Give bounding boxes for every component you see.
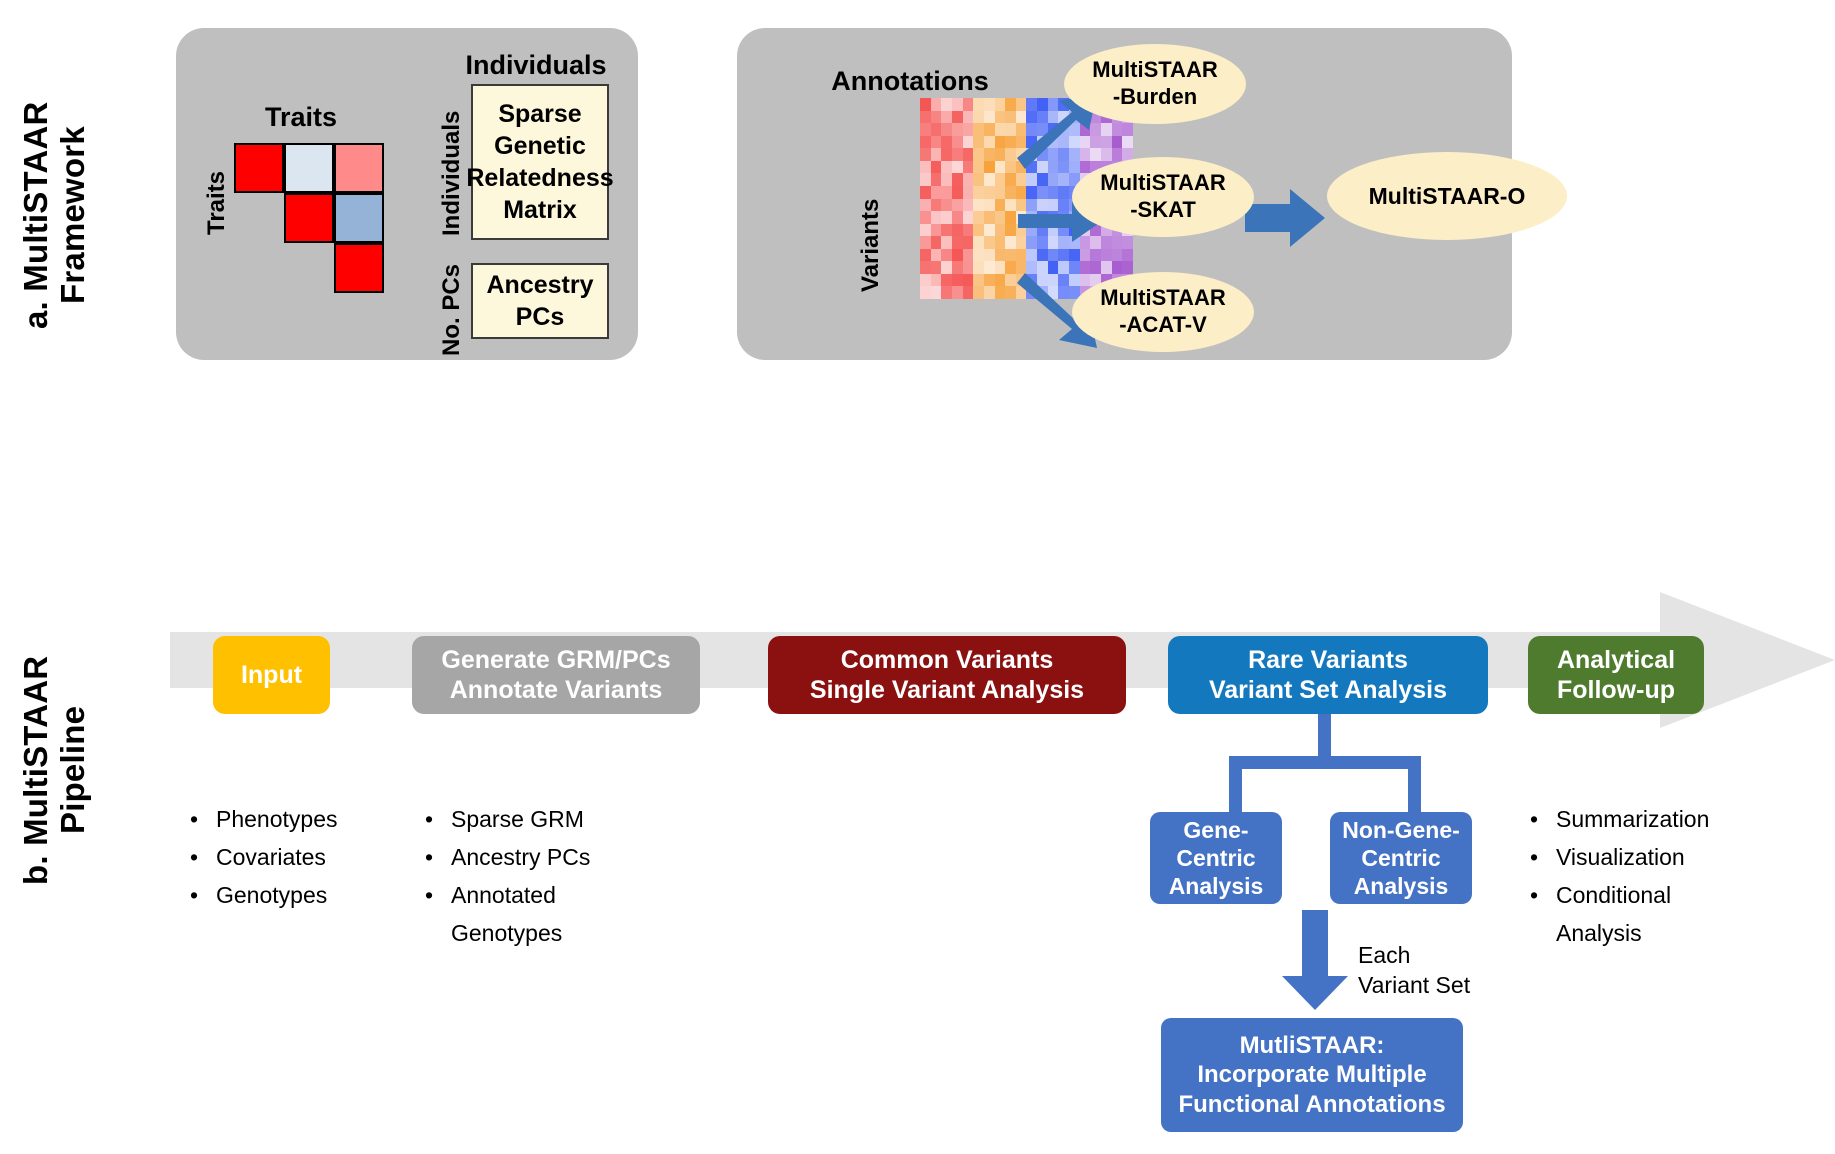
multistaar-acatv-line2: -ACAT-V bbox=[1119, 312, 1207, 337]
branch-connector-left bbox=[1229, 756, 1242, 814]
bullet-dot-icon: • bbox=[190, 806, 199, 832]
pipeline-stage-input[interactable]: Input bbox=[213, 636, 330, 714]
pipeline-stage-grm-line2: Annotate Variants bbox=[449, 676, 663, 704]
non-gene-centric-analysis-box[interactable]: Non-Gene- Centric Analysis bbox=[1330, 812, 1472, 904]
individuals-left-label: Individuals bbox=[438, 110, 465, 236]
ancestry-pcs-box: Ancestry PCs bbox=[471, 263, 609, 339]
panel-b-label-line1: b. MultiSTAAR bbox=[17, 655, 54, 885]
sparse-grm-box: Sparse Genetic Relatedness Matrix bbox=[466, 84, 614, 240]
each-variant-set-arrow bbox=[1282, 910, 1348, 1010]
list-item: • Ancestry PCs bbox=[425, 838, 675, 876]
list-item: • Covariates bbox=[190, 838, 400, 876]
bullet-dot-icon: • bbox=[1530, 882, 1539, 908]
pipeline-stage-followup-line1: Analytical bbox=[1556, 646, 1676, 674]
pipeline-stage-grm[interactable]: Generate GRM/PCs Annotate Variants bbox=[412, 636, 700, 714]
pipeline-stage-rare-variants[interactable]: Rare Variants Variant Set Analysis bbox=[1168, 636, 1488, 714]
bullet-dot-icon: • bbox=[1530, 806, 1539, 832]
list-item: • Conditional bbox=[1530, 876, 1810, 914]
gene-centric-line1: Gene- bbox=[1183, 816, 1249, 843]
multistaar-burden-line2: -Burden bbox=[1112, 84, 1198, 109]
matrix-cell-0-0 bbox=[234, 143, 284, 193]
multistaar-skat-line1: MultiSTAAR bbox=[1100, 170, 1226, 196]
pipeline-stage-input-label: Input bbox=[240, 661, 303, 689]
multistaar-acatv-line1: MultiSTAAR bbox=[1100, 285, 1226, 311]
list-item: • Genotypes bbox=[190, 876, 400, 914]
multistaar-skat-oval: MultiSTAAR -SKAT bbox=[1072, 157, 1254, 237]
traits-left-label: Traits bbox=[203, 170, 230, 236]
pipeline-stage-followup-line2: Follow-up bbox=[1556, 676, 1675, 704]
final-box-line1: MutliSTAAR: bbox=[1239, 1032, 1385, 1060]
bullets-input: • Phenotypes • Covariates • Genotypes bbox=[190, 800, 400, 914]
gene-centric-line3: Analysis bbox=[1168, 873, 1264, 900]
matrix-cell-1-2 bbox=[334, 193, 384, 243]
pipeline-stage-common-line1: Common Variants bbox=[840, 646, 1054, 674]
no-pcs-left-label: No. PCs bbox=[438, 264, 465, 357]
ancestry-pcs-text: Ancestry PCs bbox=[486, 271, 594, 331]
multistaar-o-oval: MultiSTAAR-O bbox=[1327, 152, 1567, 240]
bullet-dot-icon: • bbox=[1530, 844, 1539, 870]
pipeline-stage-rare-line1: Rare Variants bbox=[1248, 646, 1408, 674]
panel-a-label-line1: a. MultiSTAAR bbox=[17, 101, 54, 329]
multistaar-burden-line1: MultiSTAAR bbox=[1092, 57, 1218, 83]
list-item: • Summarization bbox=[1530, 800, 1810, 838]
gene-centric-analysis-box[interactable]: Gene- Centric Analysis bbox=[1150, 812, 1282, 904]
each-variant-set-line2: Variant Set bbox=[1358, 972, 1471, 998]
matrix-cell-1-1 bbox=[284, 193, 334, 243]
list-item-wrap: Analysis bbox=[1556, 920, 1642, 946]
bullet-dot-icon: • bbox=[425, 844, 434, 870]
pipeline-stage-followup[interactable]: Analytical Follow-up bbox=[1528, 636, 1704, 714]
panel-a-label-line2: Framework bbox=[53, 126, 91, 304]
each-variant-set-line1: Each bbox=[1358, 942, 1411, 968]
bullet-dot-icon: • bbox=[425, 806, 434, 832]
pipeline-stage-grm-line1: Generate GRM/PCs bbox=[441, 646, 671, 674]
multistaar-final-box[interactable]: MutliSTAAR: Incorporate Multiple Functio… bbox=[1161, 1018, 1463, 1132]
bullet-dot-icon: • bbox=[190, 844, 199, 870]
branch-connector-vertical bbox=[1318, 714, 1331, 756]
final-box-line2: Incorporate Multiple bbox=[1197, 1061, 1427, 1089]
bullets-grm: • Sparse GRM • Ancestry PCs • Annotated Gen… bbox=[425, 800, 675, 952]
matrix-cell-0-1 bbox=[284, 143, 334, 193]
non-gene-centric-line2: Centric bbox=[1361, 844, 1441, 871]
list-item-wrap: Genotypes bbox=[451, 920, 563, 946]
list-item: • Annotated bbox=[425, 876, 675, 914]
bullet-dot-icon: • bbox=[425, 882, 434, 908]
individuals-top-label: Individuals bbox=[465, 50, 607, 80]
branch-connector-right bbox=[1408, 756, 1421, 814]
bullets-followup: • Summarization • Visualization • Condition… bbox=[1530, 800, 1810, 952]
multistaar-acatv-oval: MultiSTAAR -ACAT-V bbox=[1072, 272, 1254, 352]
multistaar-skat-line2: -SKAT bbox=[1130, 197, 1196, 222]
gene-centric-line2: Centric bbox=[1176, 844, 1256, 871]
branch-connector-horizontal bbox=[1229, 756, 1421, 769]
list-item: • Phenotypes bbox=[190, 800, 400, 838]
non-gene-centric-line1: Non-Gene- bbox=[1342, 816, 1460, 843]
list-item: • Visualization bbox=[1530, 838, 1810, 876]
matrix-cell-2-2 bbox=[334, 243, 384, 293]
sparse-grm-text: Sparse Genetic Relatedness Matrix bbox=[466, 100, 614, 224]
panel-b-label: b. MultiSTAAR Pipeline bbox=[17, 620, 91, 920]
matrix-cell-0-2 bbox=[334, 143, 384, 193]
pipeline-stage-rare-line2: Variant Set Analysis bbox=[1208, 676, 1448, 704]
multistaar-burden-oval: MultiSTAAR -Burden bbox=[1064, 44, 1246, 124]
pipeline-stage-common-line2: Single Variant Analysis bbox=[809, 676, 1085, 704]
trait-correlation-matrix bbox=[234, 143, 384, 293]
pipeline-stage-common-variants[interactable]: Common Variants Single Variant Analysis bbox=[768, 636, 1126, 714]
final-box-line3: Functional Annotations bbox=[1178, 1090, 1446, 1118]
non-gene-centric-line3: Analysis bbox=[1353, 873, 1449, 900]
panel-b-label-line2: Pipeline bbox=[53, 705, 91, 835]
bullet-dot-icon: • bbox=[190, 882, 199, 908]
list-item: • Sparse GRM bbox=[425, 800, 675, 838]
each-variant-set-note: Each Variant Set bbox=[1358, 940, 1548, 1000]
traits-top-label: Traits bbox=[264, 102, 338, 132]
panel-a-label: a. MultiSTAAR Framework bbox=[17, 50, 91, 380]
